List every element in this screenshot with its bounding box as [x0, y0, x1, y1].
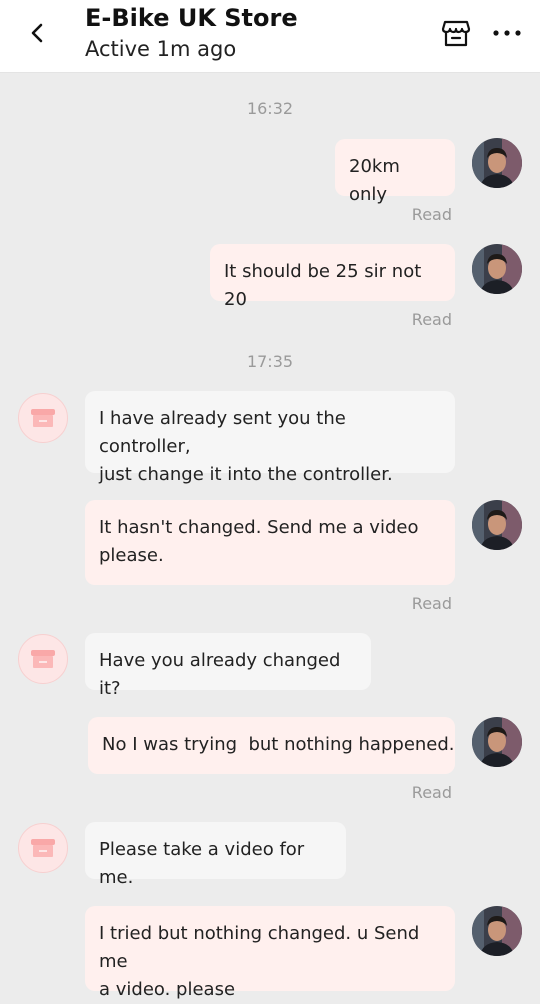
- message-bubble-incoming[interactable]: Please take a video for me.: [85, 822, 346, 888]
- active-status: Active 1m ago: [85, 37, 237, 61]
- message-bubble-incoming[interactable]: Have you already changed it?: [85, 633, 371, 699]
- avatar[interactable]: [472, 244, 522, 294]
- message-text-line: I have already sent you the controller,: [99, 408, 346, 457]
- back-button[interactable]: [22, 18, 52, 48]
- message-text: It should be 25 sir not 20: [224, 261, 422, 310]
- more-horizontal-icon: [493, 30, 521, 36]
- read-receipt: Read: [411, 205, 452, 224]
- avatar[interactable]: [472, 717, 522, 767]
- timestamp: 16:32: [246, 99, 294, 118]
- timestamp: 17:35: [246, 352, 294, 371]
- store-icon: [441, 20, 471, 47]
- message-bubble-outgoing[interactable]: No I was trying but nothing happened.: [88, 717, 455, 774]
- message-text: No I was trying but nothing happened.: [102, 734, 455, 755]
- store-avatar[interactable]: [18, 634, 68, 684]
- store-avatar-icon: [31, 650, 55, 668]
- store-avatar-icon: [31, 839, 55, 857]
- message-bubble-outgoing[interactable]: It should be 25 sir not 20: [210, 244, 455, 310]
- avatar[interactable]: [472, 138, 522, 188]
- message-text: Please take a video for me.: [99, 839, 305, 888]
- chat-header: E-Bike UK Store Active 1m ago: [0, 0, 540, 73]
- message-bubble-outgoing[interactable]: I tried but nothing changed. u Send me a…: [85, 906, 455, 1000]
- read-receipt: Read: [411, 594, 452, 613]
- message-text-line: I tried but nothing changed. u Send me: [99, 923, 420, 972]
- read-receipt: Read: [411, 783, 452, 802]
- store-avatar-icon: [31, 409, 55, 427]
- avatar[interactable]: [472, 906, 522, 956]
- store-avatar[interactable]: [18, 393, 68, 443]
- message-text-line: please.: [99, 545, 164, 566]
- store-button[interactable]: [438, 15, 474, 51]
- message-text-line: It hasn't changed. Send me a video: [99, 517, 419, 538]
- store-avatar[interactable]: [18, 823, 68, 873]
- more-options-button[interactable]: [490, 18, 524, 48]
- message-bubble-outgoing[interactable]: It hasn't changed. Send me a video pleas…: [85, 500, 455, 585]
- avatar[interactable]: [472, 500, 522, 550]
- read-receipt: Read: [411, 310, 452, 329]
- message-text: 20km only: [349, 156, 400, 205]
- message-text-line: a video. please: [99, 979, 236, 1000]
- store-name: E-Bike UK Store: [85, 4, 298, 32]
- message-text-line: just change it into the controller.: [99, 464, 393, 485]
- message-bubble-incoming[interactable]: I have already sent you the controller, …: [85, 391, 455, 485]
- message-text: Have you already changed it?: [99, 650, 341, 699]
- message-bubble-outgoing[interactable]: 20km only: [335, 139, 455, 205]
- chevron-left-icon: [31, 23, 43, 43]
